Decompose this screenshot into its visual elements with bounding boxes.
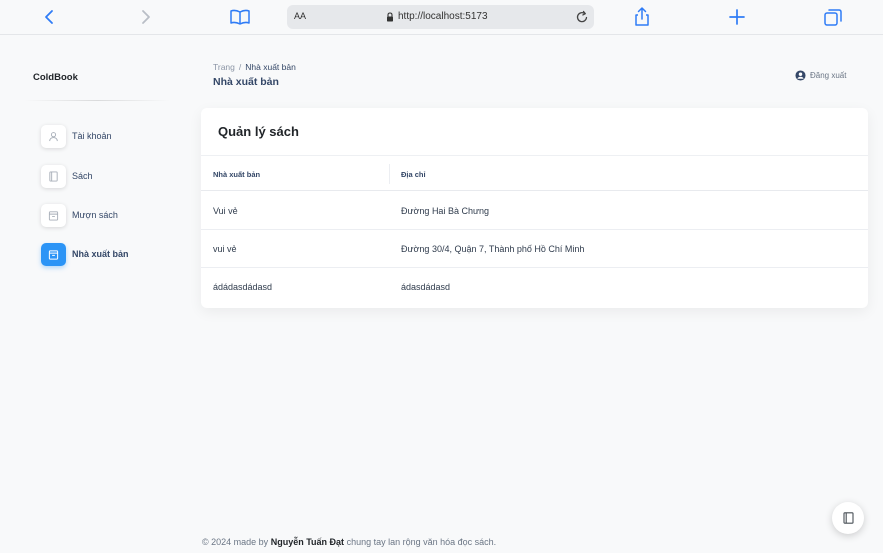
sidebar-item-label: Tài khoản [72, 131, 112, 141]
lock-icon [387, 12, 393, 22]
sidebar-item-label: Sách [72, 171, 93, 181]
user-icon [41, 125, 66, 148]
sidebar-item-accounts[interactable]: Tài khoản [41, 125, 181, 151]
cell-publisher: Vui vẻ [213, 206, 238, 216]
back-chevron-icon[interactable] [38, 6, 62, 28]
sidebar-item-books[interactable]: Sách [41, 165, 181, 191]
card-title: Quản lý sách [218, 124, 299, 139]
sidebar-item-publishers[interactable]: Nhà xuất bản [41, 243, 181, 269]
footer-suffix: chung tay lan rộng văn hóa đọc sách. [346, 537, 497, 547]
breadcrumb: Trang / Nhà xuất bản [213, 62, 296, 72]
cell-publisher: vui vẻ [213, 244, 237, 254]
book-icon [41, 165, 66, 188]
publishers-card: Quản lý sách Nhà xuất bản Địa chỉ Vui vẻ… [201, 108, 868, 308]
bookmarks-book-icon[interactable] [228, 6, 252, 28]
book-icon [842, 512, 854, 524]
cell-address: Đường Hai Bà Chưng [401, 206, 489, 216]
new-tab-plus-icon[interactable] [725, 6, 749, 28]
column-header-publisher: Nhà xuất bản [213, 170, 261, 179]
sidebar-item-borrow[interactable]: Mượn sách [41, 204, 181, 230]
address-bar[interactable]: AA http://localhost:5173 [287, 5, 594, 29]
forward-chevron-icon[interactable] [133, 6, 157, 28]
borrow-icon [41, 204, 66, 227]
column-header-address: Địa chỉ [401, 170, 426, 179]
breadcrumb-current: Nhà xuất bản [245, 62, 296, 72]
tabs-overview-icon[interactable] [821, 6, 845, 28]
logout-label: Đăng xuất [810, 70, 847, 80]
reload-icon[interactable] [575, 10, 589, 24]
account-circle-icon [795, 69, 806, 81]
page-title: Nhà xuất bản [213, 76, 279, 88]
table-row[interactable]: vui vẻ Đường 30/4, Quận 7, Thành phố Hồ … [201, 230, 868, 268]
footer-author-link[interactable]: Nguyễn Tuấn Đạt [271, 537, 344, 547]
cell-address: Đường 30/4, Quận 7, Thành phố Hồ Chí Min… [401, 244, 585, 254]
footer-copyright: © 2024 made by Nguyễn Tuấn Đạt chung tay… [202, 537, 496, 547]
footer-prefix: © 2024 made by [202, 537, 269, 547]
url-text: http://localhost:5173 [398, 11, 488, 22]
column-divider [389, 164, 390, 184]
sidebar-item-label: Mượn sách [72, 210, 118, 220]
browser-toolbar: AA http://localhost:5173 [0, 0, 883, 35]
cell-publisher: ádádasdádasd [213, 282, 273, 292]
text-size-button[interactable]: AA [294, 11, 306, 21]
breadcrumb-separator: / [238, 62, 242, 72]
publisher-icon [41, 243, 66, 266]
share-icon[interactable] [630, 6, 654, 28]
logout-button[interactable]: Đăng xuất [795, 69, 846, 81]
breadcrumb-root-link[interactable]: Trang [213, 62, 235, 72]
sidebar-divider [24, 100, 170, 101]
floating-settings-button[interactable] [832, 502, 864, 534]
table-row[interactable]: ádádasdádasd ádasdádasd [201, 268, 868, 306]
brand-logo-text[interactable]: ColdBook [33, 72, 78, 83]
sidebar-item-label: Nhà xuất bản [72, 249, 129, 259]
cell-address: ádasdádasd [401, 282, 451, 292]
table-row[interactable]: Vui vẻ Đường Hai Bà Chưng [201, 192, 868, 230]
table-header: Nhà xuất bản Địa chỉ [201, 155, 868, 191]
